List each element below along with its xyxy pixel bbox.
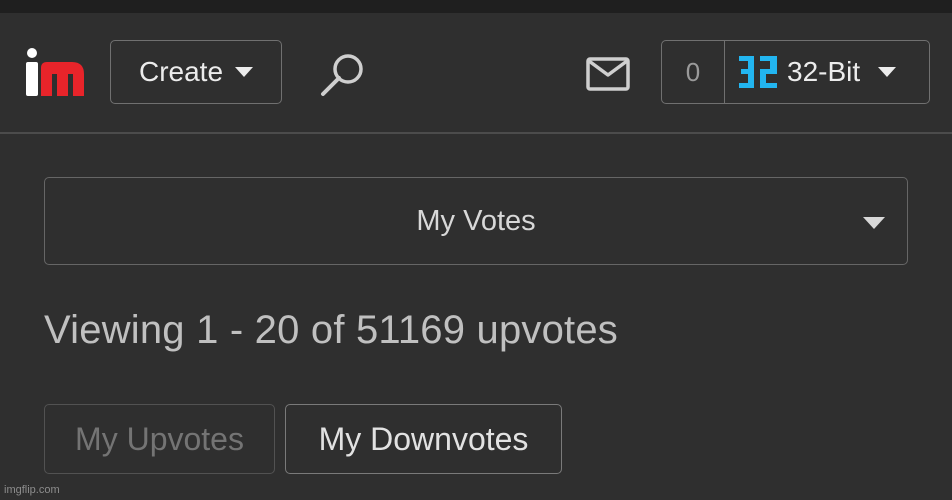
user-menu[interactable]: 0 32-Bit [661,40,930,104]
results-summary: Viewing 1 - 20 of 51169 upvotes [44,308,619,352]
status-strip [0,0,952,13]
create-button-label: Create [138,56,224,87]
mail-icon[interactable] [586,57,630,91]
username: 32-Bit [787,56,861,87]
watermark: imgflip.com [4,484,60,496]
chevron-down-icon [863,217,885,229]
points-count[interactable]: 0 [662,41,725,103]
votes-select-value: My Votes [416,204,536,237]
avatar-icon [739,56,777,88]
chevron-down-icon [235,67,254,77]
search-icon[interactable] [318,50,368,100]
tab-my-downvotes[interactable]: My Downvotes [285,404,562,474]
chevron-down-icon [878,67,897,77]
user-dropdown[interactable]: 32-Bit [725,41,929,103]
create-button[interactable]: Create [110,40,282,104]
logo[interactable] [26,48,86,98]
votes-select[interactable]: My Votes [44,177,908,265]
tab-my-upvotes[interactable]: My Upvotes [44,404,275,474]
